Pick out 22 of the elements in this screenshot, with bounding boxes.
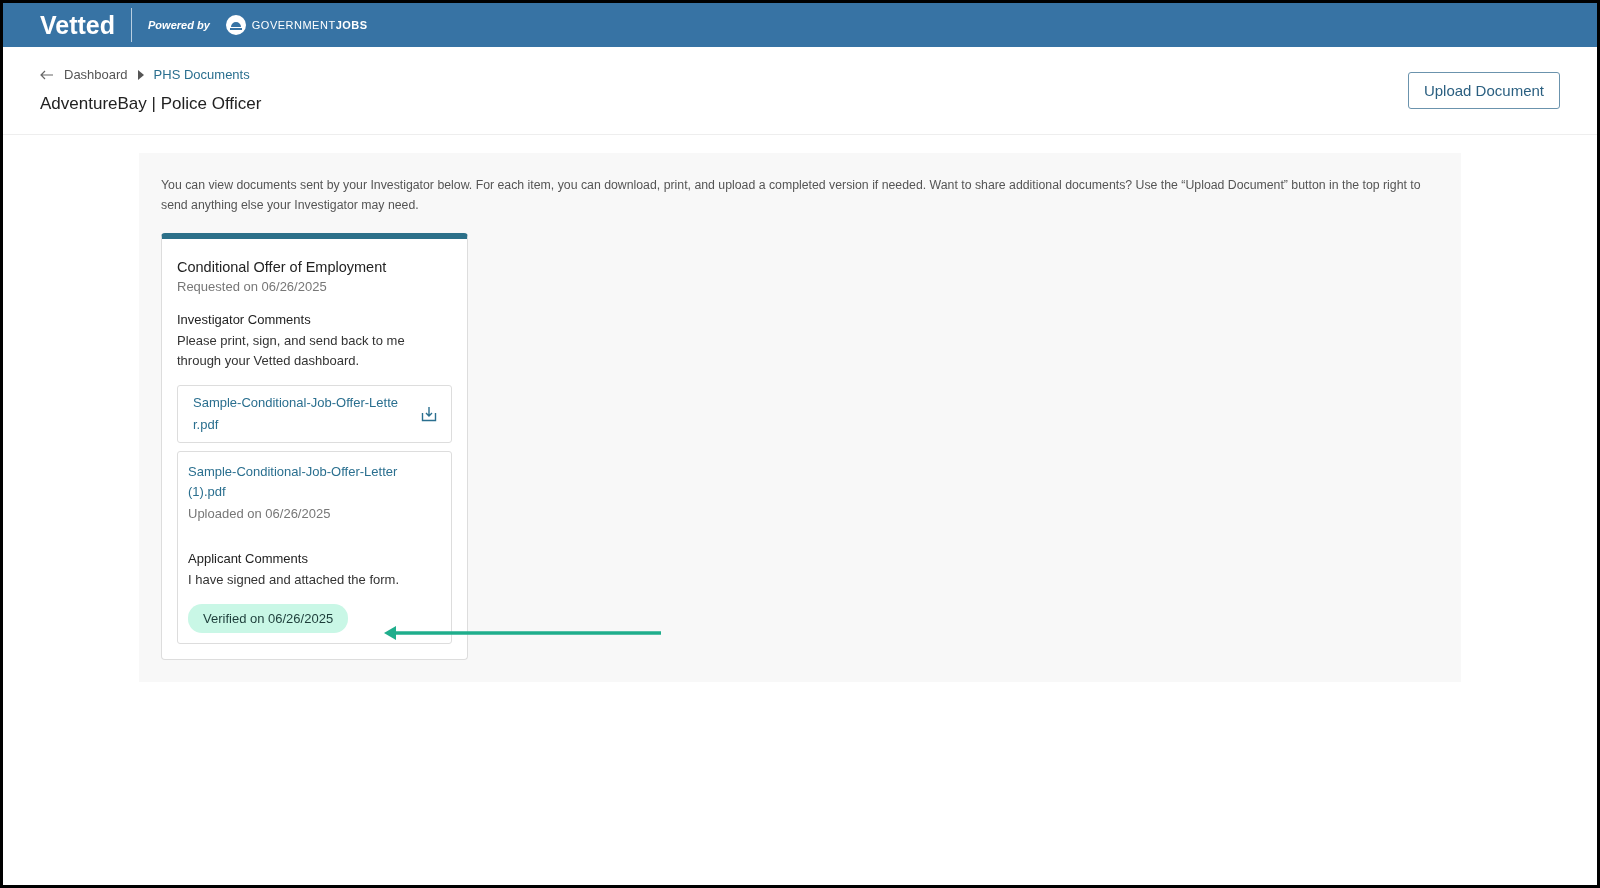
- file-link[interactable]: Sample-Conditional-Job-Offer-Letter (1).pdf: [188, 462, 418, 502]
- upload-document-button[interactable]: Upload Document: [1407, 72, 1560, 109]
- page-title: AdventureBay | Police Officer: [40, 94, 262, 114]
- comments-text: I have signed and attached the form.: [188, 571, 401, 589]
- uploaded-date: Uploaded on 06/26/2025: [188, 506, 332, 521]
- dome-icon: [225, 15, 246, 35]
- partner-name: GOVERNMENTJOBS: [251, 19, 368, 31]
- logo: Vetted: [40, 10, 116, 40]
- document-title: Conditional Offer of Employment: [177, 259, 388, 275]
- file-link[interactable]: Sample-Conditional-Job-Offer-Letter.pdf: [193, 392, 398, 436]
- requested-date: Requested on 06/26/2025: [177, 279, 328, 294]
- download-icon[interactable]: [421, 406, 437, 422]
- intro-text: You can view documents sent by your Investigator below. For each item, you can download, print, and upload a completed version if needed. Want to share additional documents? Use the “Upload Document” button in the top right to send anything else your Investigator may need.: [161, 177, 1422, 214]
- breadcrumb-link[interactable]: Dashboard: [64, 67, 128, 82]
- powered-by-text: Powered by: [148, 19, 210, 31]
- chevron-icon: [137, 69, 144, 80]
- status-badge: Verified on 06/26/2025: [188, 604, 349, 633]
- comments-heading: Investigator Comments: [177, 312, 312, 327]
- breadcrumb-link[interactable]: PHS Documents: [153, 67, 250, 82]
- comments-heading: Applicant Comments: [188, 551, 309, 566]
- comments-text: Please print, sign, and send back to me through your Vetted dashboard.: [177, 332, 406, 370]
- back-arrow-icon[interactable]: [40, 69, 54, 80]
